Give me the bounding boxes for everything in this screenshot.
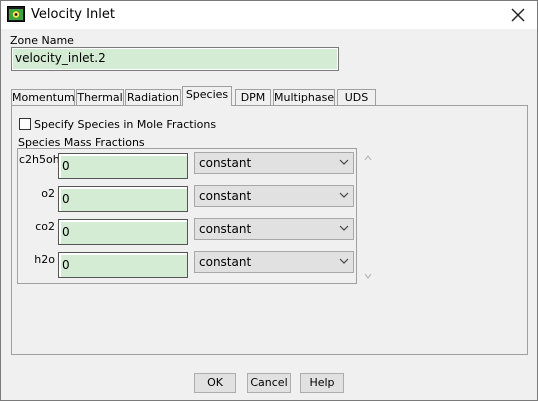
velocity-inlet-dialog: Velocity Inlet Zone Name velocity_inlet.…	[0, 0, 538, 401]
window-title: Velocity Inlet	[31, 7, 115, 22]
zone-name-field[interactable]: velocity_inlet.2	[11, 47, 339, 71]
species-value-co2[interactable]: 0	[58, 219, 188, 245]
species-value-h2o[interactable]: 0	[58, 252, 188, 278]
title-bar[interactable]: Velocity Inlet	[1, 1, 537, 29]
ok-button[interactable]: OK	[194, 373, 236, 393]
chevron-down-icon	[339, 159, 349, 165]
species-label-h2o: h2o	[34, 253, 55, 266]
zone-name-label: Zone Name	[10, 34, 74, 47]
species-method-o2[interactable]: constant	[194, 185, 354, 207]
tab-uds[interactable]: UDS	[337, 89, 376, 106]
chevron-down-icon	[339, 225, 349, 231]
help-button[interactable]: Help	[300, 373, 344, 393]
tab-radiation[interactable]: Radiation	[125, 89, 181, 106]
species-method-co2[interactable]: constant	[194, 218, 354, 240]
close-icon	[511, 8, 525, 22]
species-label-c2h5oh: c2h5oh	[19, 153, 60, 166]
app-icon	[7, 6, 25, 22]
species-method-h2o[interactable]: constant	[194, 251, 354, 273]
species-method-c2h5oh-value: constant	[199, 156, 252, 170]
species-method-co2-value: constant	[199, 222, 252, 236]
species-method-o2-value: constant	[199, 189, 252, 203]
species-label-co2: co2	[35, 220, 55, 233]
scroll-up-icon[interactable]	[363, 153, 373, 163]
scroll-down-icon[interactable]	[363, 271, 373, 281]
tab-dpm[interactable]: DPM	[235, 89, 271, 106]
chevron-down-icon	[339, 192, 349, 198]
chevron-down-icon	[339, 258, 349, 264]
mole-fractions-checkbox[interactable]	[19, 118, 31, 130]
cancel-button[interactable]: Cancel	[247, 373, 291, 393]
tab-species[interactable]: Species	[182, 86, 232, 106]
tab-thermal[interactable]: Thermal	[76, 89, 124, 106]
species-value-o2[interactable]: 0	[58, 186, 188, 212]
species-value-c2h5oh[interactable]: 0	[58, 153, 188, 179]
species-method-c2h5oh[interactable]: constant	[194, 152, 354, 174]
tab-momentum[interactable]: Momentum	[11, 89, 75, 106]
species-method-h2o-value: constant	[199, 255, 252, 269]
close-button[interactable]	[505, 3, 531, 27]
mole-fractions-label: Specify Species in Mole Fractions	[34, 118, 217, 131]
species-label-o2: o2	[41, 187, 55, 200]
tab-multiphase[interactable]: Multiphase	[273, 89, 335, 106]
